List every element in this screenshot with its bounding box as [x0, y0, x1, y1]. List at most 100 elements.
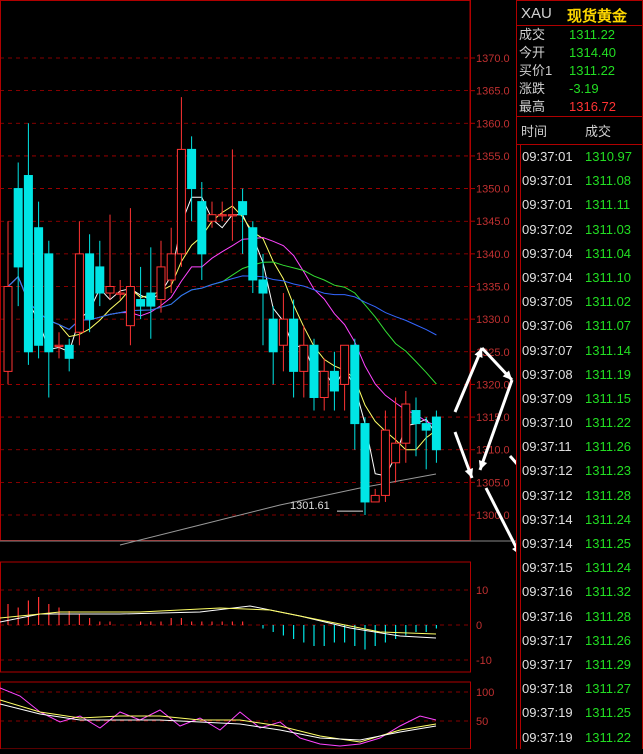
candle-down [85, 253, 95, 320]
quote-label: 涨跌 [519, 81, 546, 96]
tick-time: 09:37:11 [522, 439, 572, 455]
tick-time: 09:37:15 [522, 560, 573, 576]
quote-label: 最高 [519, 99, 546, 114]
candle-up [207, 214, 217, 222]
tick-row[interactable]: 09:37:05 1311.02 [517, 290, 642, 314]
tick-time: 09:37:04 [522, 269, 573, 285]
axis-label: 1305.0 [476, 477, 510, 489]
tick-row[interactable]: 09:37:17 1311.26 [517, 629, 642, 653]
candle-up [401, 403, 411, 444]
tick-price: 1311.04 [585, 245, 632, 261]
candle-down [197, 201, 207, 255]
axis-label: 1360.0 [476, 118, 510, 130]
tick-time: 09:37:06 [522, 318, 573, 334]
tick-row[interactable]: 09:37:15 1311.24 [517, 556, 642, 580]
axis-label: 1345.0 [476, 216, 510, 228]
tick-row[interactable]: 09:37:08 1311.19 [517, 363, 642, 387]
quote-row-high: 最高 1316.72 [517, 98, 642, 116]
candle-down [350, 344, 360, 425]
tick-price: 1311.11 [585, 197, 631, 213]
tick-row[interactable]: 09:37:16 1311.32 [517, 580, 642, 604]
tick-price: 1311.24 [585, 560, 632, 576]
quote-label: 今开 [519, 45, 546, 60]
tick-list[interactable]: 09:37:01 1310.97 09:37:01 1311.08 09:37:01 13… [516, 145, 643, 749]
quote-row-change: 涨跌 -3.19 [517, 80, 642, 98]
axis-label: 1370.0 [476, 53, 510, 65]
axis-label: 1335.0 [476, 282, 510, 294]
tick-list-divider [520, 145, 521, 749]
symbol-code: XAU [521, 5, 552, 22]
tick-row[interactable]: 09:37:01 1311.08 [517, 169, 642, 193]
tick-row[interactable]: 09:37:12 1311.28 [517, 484, 642, 508]
tick-row[interactable]: 09:37:04 1311.04 [517, 242, 642, 266]
tick-price: 1311.15 [585, 390, 632, 406]
tick-row[interactable]: 09:37:04 1311.10 [517, 266, 642, 290]
candle-down [95, 266, 105, 294]
candle-up [227, 214, 237, 217]
candle-down [238, 201, 248, 216]
candle-down [64, 344, 74, 359]
tick-row[interactable]: 09:37:17 1311.29 [517, 653, 642, 677]
quote-panel: 成交 1311.22 今开 1314.40 买价1 1311.22 涨跌 -3.… [516, 26, 643, 117]
tick-price: 1311.07 [585, 318, 632, 334]
tick-row[interactable]: 09:37:19 1311.25 [517, 701, 642, 725]
candle-down [289, 318, 299, 372]
ma5-line [7, 196, 437, 477]
axis-label: 1365.0 [476, 86, 510, 98]
tick-row[interactable]: 09:37:01 1311.11 [517, 193, 642, 217]
axis-label: 1310.0 [476, 445, 510, 457]
macd-panel-frame [0, 561, 471, 673]
candle-down [421, 423, 431, 431]
kline-chart[interactable]: 1370.0 1365.0 1360.0 1355.0 1350.0 1345.0 1340… [0, 0, 562, 750]
kline-chart-area[interactable]: 1370.0 1365.0 1360.0 1355.0 1350.0 1345.0 1340… [0, 0, 562, 750]
macd-axis-label: 0 [476, 620, 482, 632]
tick-row[interactable]: 09:37:14 1311.24 [517, 508, 642, 532]
tick-row[interactable]: 09:37:19 1311.22 [517, 726, 642, 750]
tick-row[interactable]: 09:37:07 1311.14 [517, 339, 642, 363]
annotation-arrowhead [478, 460, 488, 470]
tick-row[interactable]: 09:37:14 1311.25 [517, 532, 642, 556]
candle-down [309, 344, 319, 398]
axis-label: 1330.0 [476, 314, 510, 326]
tick-time: 09:37:16 [522, 584, 573, 600]
candle-down [23, 175, 33, 353]
candle-up [115, 292, 125, 295]
ticks-header-time: 时间 [521, 124, 548, 139]
macd-axis-label: 10 [476, 585, 488, 597]
candle-down [268, 318, 278, 353]
tick-price: 1311.23 [585, 463, 632, 479]
candle-down [187, 148, 197, 190]
candle-down [13, 188, 23, 268]
candle-down [136, 299, 146, 307]
tick-row[interactable]: 09:37:11 1311.26 [517, 435, 642, 459]
candle-up [156, 266, 166, 301]
tick-row[interactable]: 09:37:18 1311.27 [517, 677, 642, 701]
candle-up [105, 286, 115, 294]
quote-value: -3.19 [569, 81, 599, 96]
candle-down [248, 227, 258, 281]
tick-time: 09:37:19 [522, 729, 573, 745]
macd-dif-line [0, 605, 437, 639]
tick-price: 1311.19 [585, 366, 632, 382]
ma30-line [7, 261, 437, 385]
axis-label: 1350.0 [476, 184, 510, 196]
tick-price: 1311.27 [585, 681, 632, 697]
quote-label: 买价1 [519, 63, 553, 78]
candle-up [176, 148, 186, 255]
ma60-line [7, 275, 437, 336]
tick-row[interactable]: 09:37:16 1311.28 [517, 605, 642, 629]
tick-row[interactable]: 09:37:06 1311.07 [517, 314, 642, 338]
candle-down [431, 416, 441, 451]
quote-row-last: 成交 1311.22 [517, 26, 642, 44]
tick-row[interactable]: 09:37:10 1311.22 [517, 411, 642, 435]
tick-time: 09:37:01 [522, 197, 573, 213]
tick-row[interactable]: 09:37:09 1311.15 [517, 387, 642, 411]
tick-time: 09:37:09 [522, 390, 573, 406]
candle-down [146, 292, 156, 307]
tick-row[interactable]: 09:37:12 1311.23 [517, 459, 642, 483]
tick-time: 09:37:14 [522, 536, 573, 551]
tick-row[interactable]: 09:37:02 1311.03 [517, 218, 642, 242]
candle-up [319, 370, 329, 398]
tick-row[interactable]: 09:37:01 1310.97 [517, 145, 642, 169]
tick-price: 1311.25 [585, 536, 632, 551]
